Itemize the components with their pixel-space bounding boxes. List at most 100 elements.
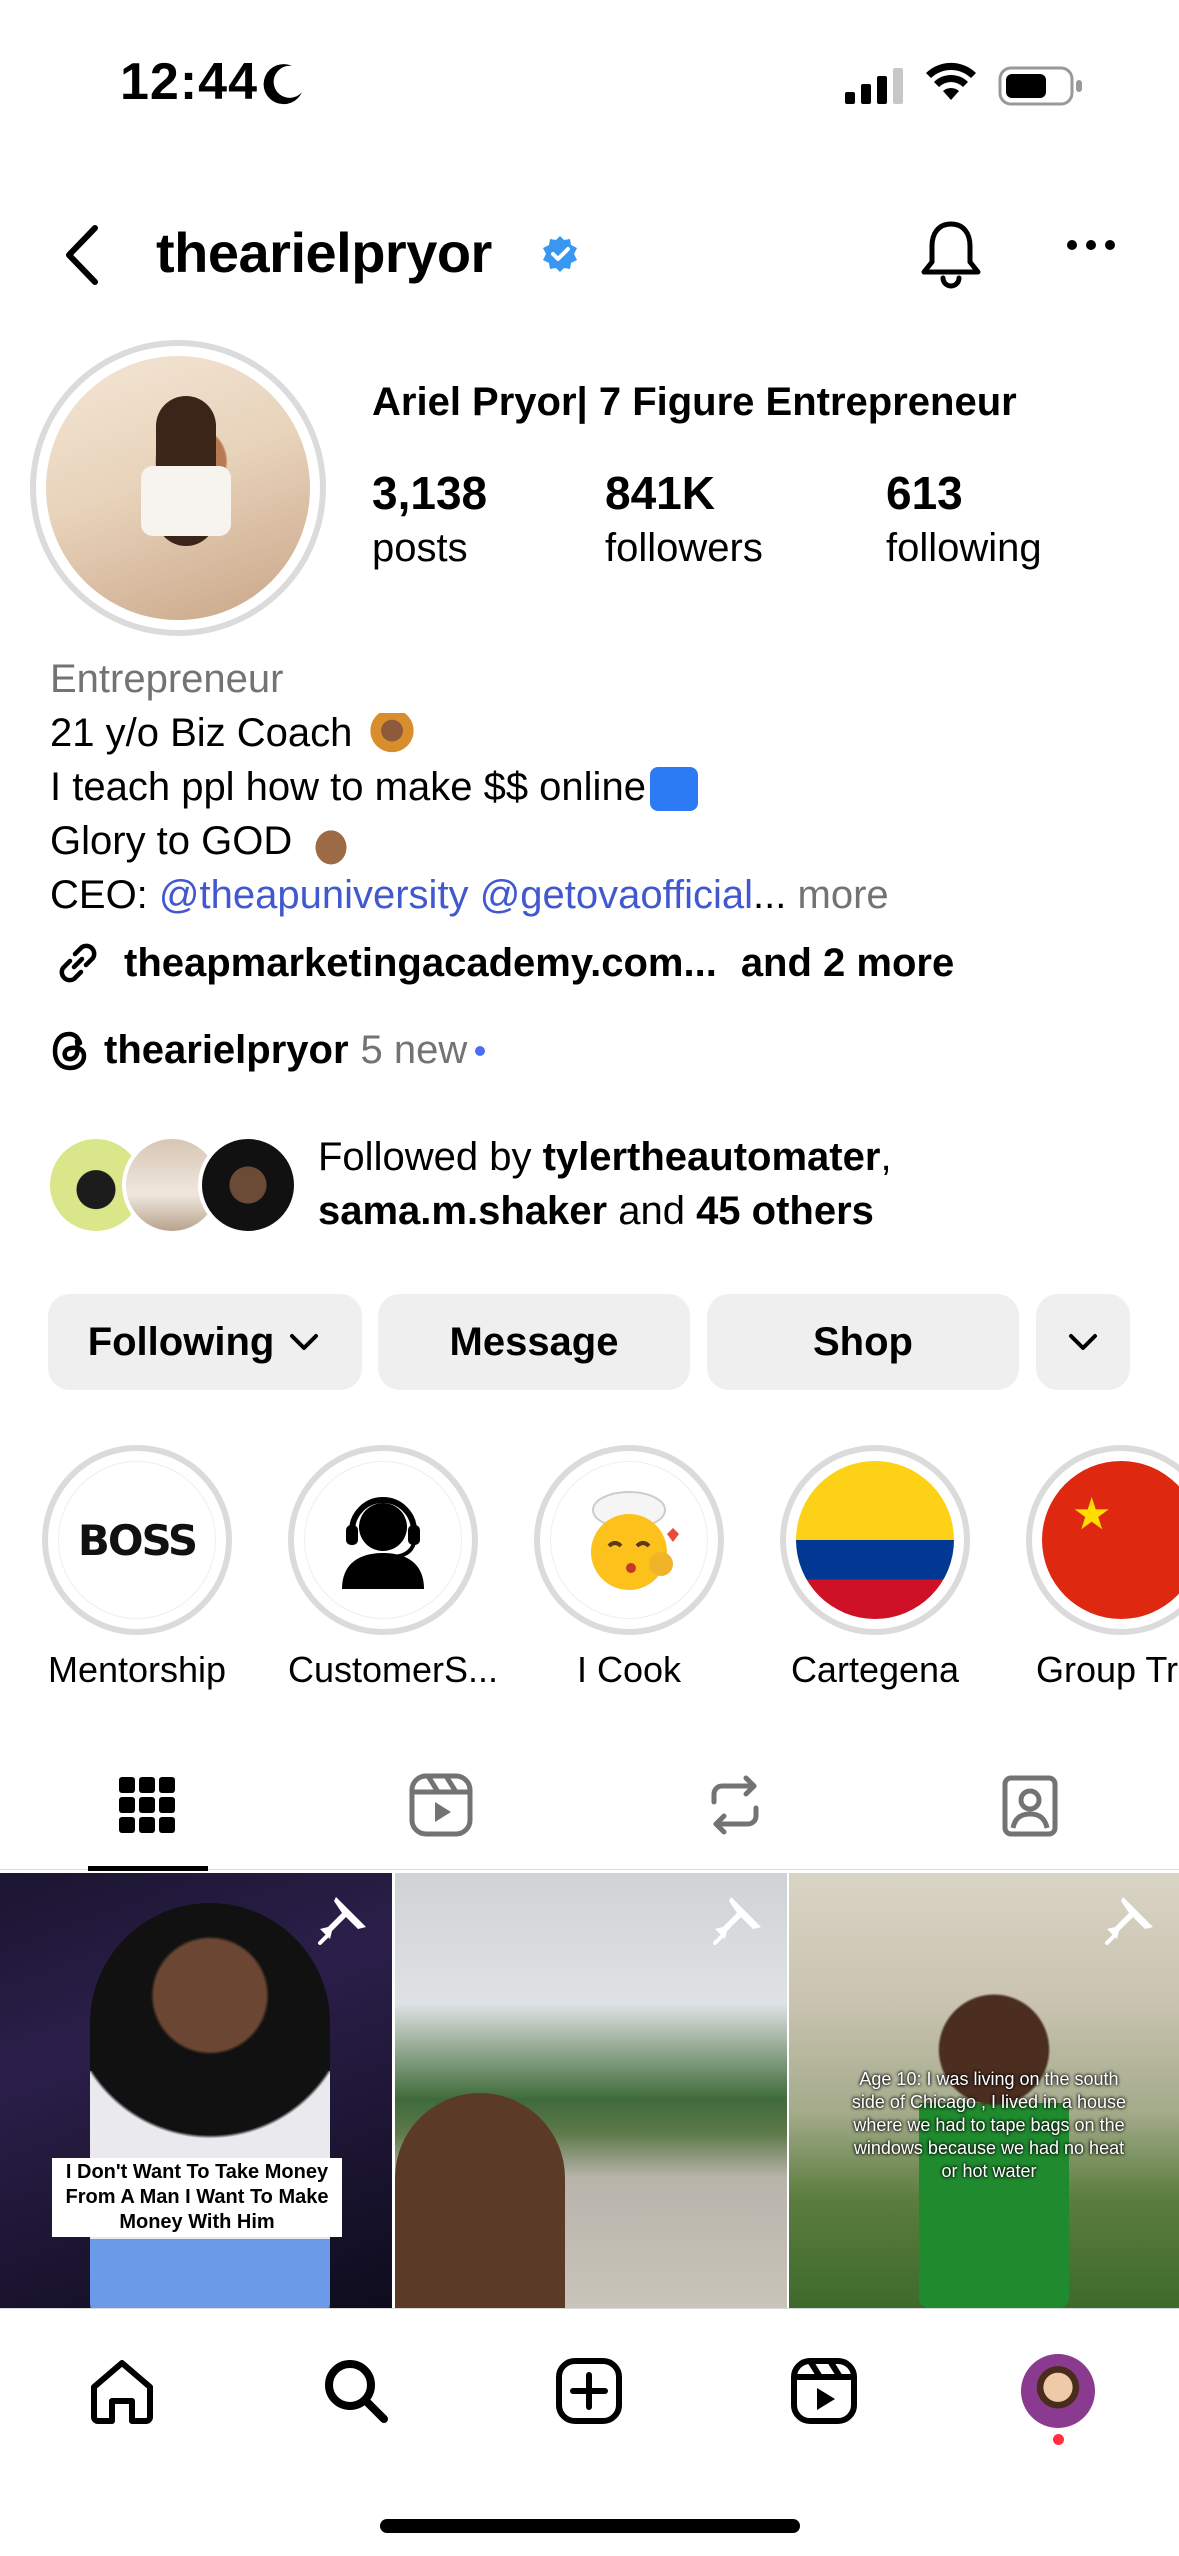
mutual-user-1: tylertheautomater bbox=[542, 1135, 881, 1179]
posts-stat[interactable]: 3,138 posts bbox=[372, 466, 487, 571]
tab-reels[interactable] bbox=[401, 1765, 481, 1845]
tab-reposts[interactable] bbox=[695, 1765, 775, 1845]
back-arrow-icon[interactable] bbox=[55, 220, 115, 290]
threads-badge[interactable]: thearielpryor 5 new bbox=[50, 1028, 486, 1073]
message-button-label: Message bbox=[449, 1319, 619, 1364]
status-time: 12:44 bbox=[120, 53, 258, 111]
posts-label: posts bbox=[372, 526, 468, 570]
following-label: following bbox=[886, 526, 1042, 570]
bio-more-link[interactable]: more bbox=[786, 873, 889, 917]
profile-header: thearielpryor bbox=[0, 200, 1179, 310]
display-name: Ariel Pryor| 7 Figure Entrepreneur bbox=[372, 380, 1017, 424]
nav-profile[interactable] bbox=[1018, 2351, 1098, 2431]
reels-nav-icon bbox=[791, 2358, 857, 2424]
profile-username: thearielpryor bbox=[156, 221, 492, 284]
mutual-avatar-3 bbox=[198, 1135, 298, 1235]
nav-reels[interactable] bbox=[784, 2351, 864, 2431]
highlight-label: CustomerS... bbox=[288, 1649, 499, 1690]
post-3-caption: Age 10: I was living on the south side o… bbox=[851, 2069, 1127, 2181]
highlight-mentorship[interactable]: BOSS Mentorship bbox=[42, 1445, 232, 1691]
post-1-image bbox=[90, 1903, 330, 2308]
mutual-user-2: sama.m.shaker bbox=[318, 1189, 608, 1233]
pin-icon bbox=[1105, 1897, 1153, 1945]
nav-search[interactable] bbox=[316, 2351, 396, 2431]
home-icon bbox=[91, 2360, 153, 2424]
nav-profile-avatar bbox=[1021, 2354, 1095, 2428]
grid-icon bbox=[119, 1777, 175, 1833]
highlight-label: I Cook bbox=[576, 1649, 682, 1690]
create-icon bbox=[556, 2358, 622, 2424]
followers-count: 841K bbox=[605, 467, 715, 519]
followed-by-text[interactable]: Followed by tylertheautomater, sama.m.sh… bbox=[318, 1130, 892, 1238]
highlight-i-cook[interactable]: I Cook bbox=[534, 1445, 724, 1691]
active-tab-indicator bbox=[88, 1866, 208, 1871]
followed-by-comma: , bbox=[880, 1135, 892, 1179]
shop-button[interactable]: Shop bbox=[707, 1294, 1019, 1390]
mention-theapuniversity[interactable]: @theapuniversity bbox=[159, 873, 469, 917]
verified-badge-icon bbox=[543, 236, 577, 272]
posts-count: 3,138 bbox=[372, 467, 488, 519]
chevron-down-icon bbox=[290, 1334, 319, 1350]
bio-ellipsis: ... bbox=[753, 873, 787, 917]
shop-button-label: Shop bbox=[813, 1319, 913, 1364]
battery-icon bbox=[998, 66, 1082, 106]
profile-link-row[interactable]: theapmarketingacademy.com... and 2 more bbox=[50, 935, 954, 991]
post-2-image bbox=[395, 2093, 565, 2308]
message-button[interactable]: Message bbox=[378, 1294, 690, 1390]
following-count: 613 bbox=[886, 467, 963, 519]
highlight-label: Group Trip bbox=[1035, 1649, 1179, 1690]
highlight-label: Cartegena bbox=[790, 1649, 960, 1690]
highlight-customer-service[interactable]: CustomerS... bbox=[288, 1445, 499, 1691]
bell-icon[interactable] bbox=[918, 218, 984, 292]
tab-tagged[interactable] bbox=[990, 1765, 1070, 1845]
following-button[interactable]: Following bbox=[48, 1294, 362, 1390]
nav-create[interactable] bbox=[549, 2351, 629, 2431]
mention-getovaofficial[interactable]: @getovaofficial bbox=[480, 873, 753, 917]
tagged-icon bbox=[1002, 1775, 1058, 1837]
do-not-disturb-icon bbox=[263, 64, 302, 105]
profile-link-url[interactable]: theapmarketingacademy.com... bbox=[124, 941, 717, 986]
threads-new-dot bbox=[475, 1045, 486, 1056]
following-button-label: Following bbox=[87, 1319, 275, 1364]
reels-icon bbox=[409, 1773, 473, 1837]
wifi-emoji-icon bbox=[649, 767, 698, 812]
mutual-followers-avatars[interactable] bbox=[46, 1135, 306, 1235]
nav-home[interactable] bbox=[82, 2351, 162, 2431]
profile-content-tabs bbox=[0, 1745, 1179, 1871]
chevron-down-icon bbox=[1069, 1334, 1097, 1350]
profile-avatar[interactable] bbox=[30, 340, 326, 636]
profile-link-more[interactable]: and 2 more bbox=[741, 941, 954, 986]
bio-line-2-text: I teach ppl how to make $$ online bbox=[50, 765, 646, 809]
grid-post-2[interactable] bbox=[395, 1873, 787, 2308]
chef-kiss-emoji-icon bbox=[591, 1491, 679, 1590]
headset-agent-icon bbox=[342, 1497, 424, 1589]
followed-by-prefix: Followed by bbox=[318, 1135, 543, 1179]
highlight-label: Mentorship bbox=[47, 1649, 227, 1690]
more-options-icon[interactable] bbox=[1065, 238, 1117, 252]
home-indicator[interactable] bbox=[380, 2519, 800, 2533]
tab-posts-grid[interactable] bbox=[107, 1765, 187, 1845]
teacher-emoji-icon bbox=[367, 713, 416, 758]
threads-username: thearielpryor bbox=[104, 1028, 349, 1072]
followers-stat[interactable]: 841K followers bbox=[605, 466, 763, 571]
bio-line-3: Glory to GOD bbox=[50, 814, 889, 868]
suggested-accounts-button[interactable] bbox=[1036, 1294, 1130, 1390]
grid-post-3[interactable]: Age 10: I was living on the south side o… bbox=[789, 1873, 1179, 2308]
reposts-icon bbox=[711, 1775, 759, 1835]
wifi-icon bbox=[926, 62, 976, 100]
bio-line-4: CEO: @theapuniversity @getovaofficial...… bbox=[50, 868, 889, 922]
highlight-cartegena[interactable]: Cartegena bbox=[780, 1445, 970, 1691]
highlight-group-trip[interactable]: ★ Group Trip bbox=[1026, 1445, 1179, 1691]
following-stat[interactable]: 613 following bbox=[886, 466, 1042, 571]
bio-line-4-prefix: CEO: bbox=[50, 873, 159, 917]
threads-new-count: 5 new bbox=[360, 1028, 468, 1072]
status-bar: 12:44 bbox=[0, 0, 1179, 170]
bio-line-3-text: Glory to GOD bbox=[50, 819, 293, 863]
pin-icon bbox=[318, 1897, 366, 1945]
pin-icon bbox=[713, 1897, 761, 1945]
grid-post-1[interactable]: I Don't Want To Take Money From A Man I … bbox=[0, 1873, 392, 2308]
search-icon bbox=[325, 2360, 388, 2423]
boss-logo-text: BOSS bbox=[77, 1515, 198, 1565]
mutual-others: 45 others bbox=[696, 1189, 874, 1233]
threads-icon bbox=[52, 1031, 87, 1070]
